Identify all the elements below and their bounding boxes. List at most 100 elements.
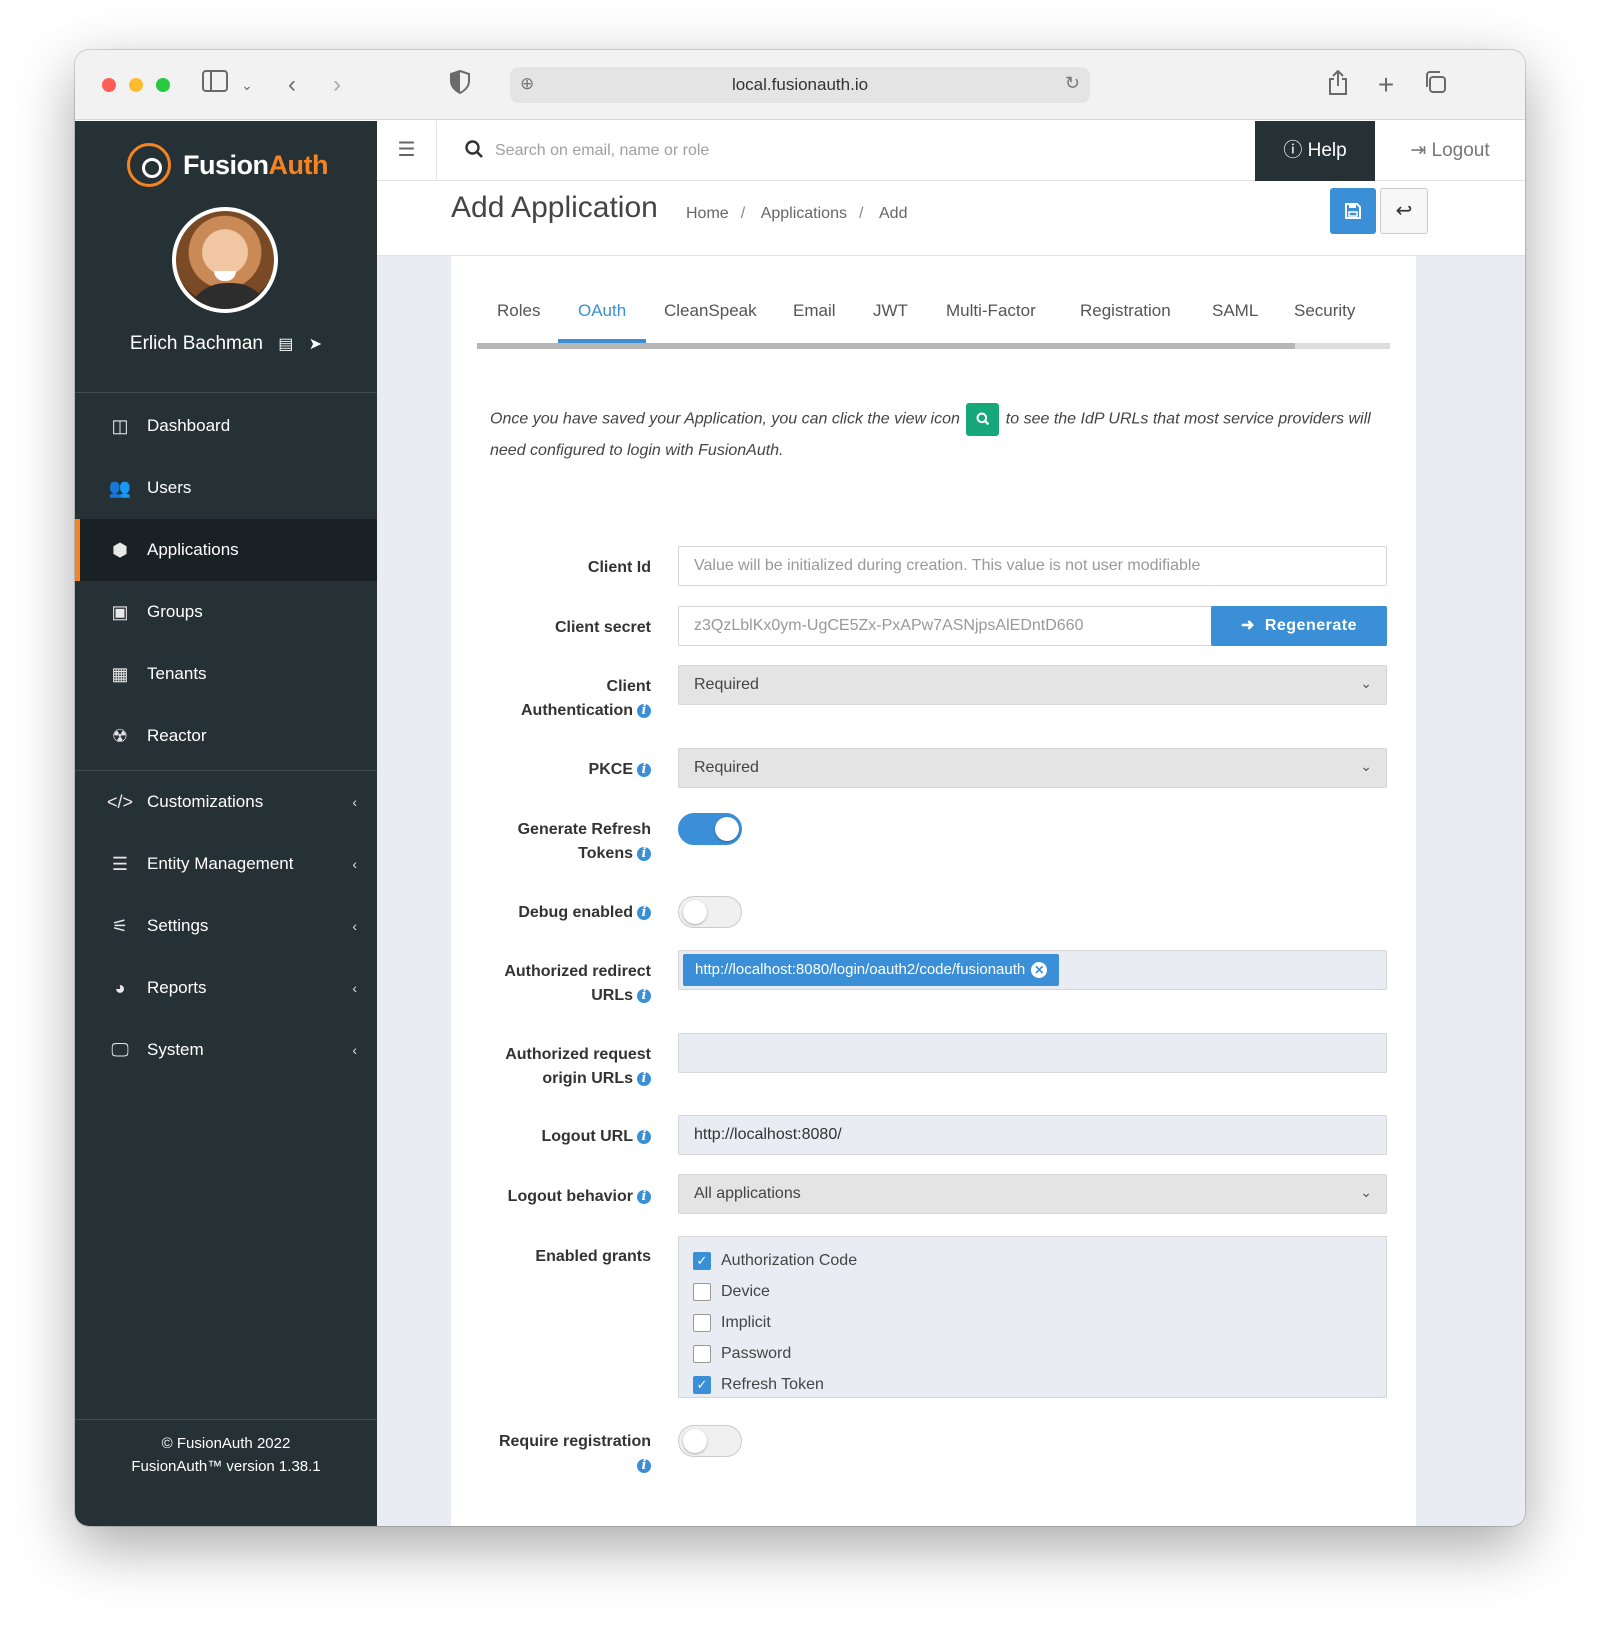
top-bar: ☰ ⓘ Help ⇥ Logout [377,121,1525,181]
authorized-redirect-urls-field[interactable]: http://localhost:8080/login/oauth2/code/… [678,950,1387,990]
regenerate-button[interactable]: ➜ Regenerate [1211,606,1387,646]
checkbox-checked[interactable]: ✓ [693,1375,711,1394]
info-icon[interactable]: i [637,1130,651,1144]
save-button[interactable] [1330,188,1376,234]
authorized-origin-urls-field[interactable] [678,1033,1387,1073]
logout-behavior-label: Logout behavior i [508,1185,651,1209]
close-window-button[interactable] [102,78,116,92]
code-icon: </> [106,791,134,812]
info-icon[interactable]: i [637,763,651,777]
grant-refresh-token[interactable]: ✓ Refresh Token [693,1369,1372,1400]
tabs-overview-icon[interactable] [1421,70,1449,100]
sidebar-footer: © FusionAuth 2022 FusionAuth™ version 1.… [75,1419,377,1478]
search-input[interactable] [495,133,1195,169]
info-icon[interactable]: i [637,847,651,861]
tab-roles[interactable]: Roles [497,299,540,343]
minimize-window-button[interactable] [129,78,143,92]
info-icon[interactable]: i [637,1190,651,1204]
chevron-down-icon[interactable]: ⌄ [237,70,257,100]
user-name[interactable]: Erlich Bachman [130,333,263,354]
zoom-window-button[interactable] [156,78,170,92]
sidebar-item-applications[interactable]: ⬢ Applications [75,519,377,581]
authorized-redirect-urls-label: Authorized redirect URLs i [504,963,651,1004]
info-icon[interactable]: i [637,1459,651,1473]
sidebar-item-reports[interactable]: ◕ Reports ‹ [75,957,377,1019]
debug-enabled-toggle[interactable] [678,896,742,928]
address-bar[interactable]: ⊕ local.fusionauth.io ↻ [510,67,1090,103]
reload-icon[interactable]: ↻ [1065,73,1080,94]
info-icon[interactable]: i [637,906,651,920]
sidebar-item-users[interactable]: 👥 Users [75,457,377,519]
location-arrow-icon[interactable]: ➤ [309,334,322,354]
copyright-text: © FusionAuth 2022 [161,1435,291,1452]
generate-refresh-tokens-label: Generate Refresh Tokens i [517,821,651,862]
client-authentication-select[interactable]: Required ⌄ [678,665,1387,705]
checkbox[interactable] [693,1313,711,1332]
chevron-left-icon: ‹ [352,856,357,872]
share-icon[interactable] [1325,69,1351,100]
logout-behavior-select[interactable]: All applications ⌄ [678,1174,1387,1214]
grant-implicit[interactable]: Implicit [693,1307,1372,1338]
sidebar-item-entity-management[interactable]: ☰ Entity Management ‹ [75,833,377,895]
enabled-grants-label: Enabled grants [535,1248,651,1265]
tab-jwt[interactable]: JWT [873,299,908,343]
tab-email[interactable]: Email [793,299,836,343]
pkce-select[interactable]: Required ⌄ [678,748,1387,788]
sidebar-toggle-icon[interactable] [200,70,230,100]
tab-registration[interactable]: Registration [1080,299,1171,343]
client-secret-field[interactable]: z3QzLblKx0ym-UgCE5Zx-PxAPw7ASNjpsAlEDntD… [678,606,1213,646]
sidebar-divider [75,392,377,393]
avatar[interactable] [172,207,278,313]
grant-authorization-code[interactable]: ✓ Authorization Code [693,1245,1372,1276]
breadcrumb: Home / Applications / Add [686,205,908,222]
sidebar-item-tenants[interactable]: ▦ Tenants [75,643,377,705]
forward-icon[interactable]: › [325,70,349,100]
sidebar-item-dashboard[interactable]: ◫ Dashboard [75,395,377,457]
menu-collapse-icon[interactable]: ☰ [377,121,437,181]
url-text: local.fusionauth.io [731,75,869,94]
brand-name-auth: Auth [268,149,329,180]
tab-scrollbar[interactable] [477,343,1390,349]
help-button[interactable]: ⓘ Help [1255,121,1375,181]
info-icon[interactable]: i [637,1072,651,1086]
require-registration-toggle[interactable] [678,1425,742,1457]
browser-toolbar: ⌄ ‹ › ⊕ local.fusionauth.io ↻ + [75,50,1525,120]
grant-device[interactable]: Device [693,1276,1372,1307]
sidebar-item-reactor[interactable]: ☢ Reactor [75,705,377,767]
chevron-down-icon: ⌄ [1360,1184,1372,1200]
info-icon[interactable]: i [637,704,651,718]
tab-multi-factor[interactable]: Multi-Factor [946,299,1036,343]
logout-url-field[interactable]: http://localhost:8080/ [678,1115,1387,1155]
undo-button[interactable]: ↩ [1380,188,1428,234]
generate-refresh-tokens-toggle[interactable] [678,813,742,845]
new-tab-icon[interactable]: + [1373,70,1399,100]
grant-password[interactable]: Password [693,1338,1372,1369]
sidebar-item-customizations[interactable]: </> Customizations ‹ [75,771,377,833]
back-icon[interactable]: ‹ [280,70,304,100]
chevron-left-icon: ‹ [352,918,357,934]
fusionauth-logo[interactable]: FusionAuth [127,143,328,187]
tab-cleanspeak[interactable]: CleanSpeak [664,299,757,343]
remove-chip-icon[interactable]: ✕ [1031,962,1048,978]
sidebar-item-settings[interactable]: ⚟ Settings ‹ [75,895,377,957]
shield-icon[interactable] [447,69,473,100]
server-icon: ☰ [111,853,129,874]
breadcrumb-home[interactable]: Home [686,205,729,222]
sidebar-item-system[interactable]: 🖵 System ‹ [75,1019,377,1081]
form-panel: Roles OAuth CleanSpeak Email JWT Multi-F… [451,255,1416,1526]
chevron-down-icon: ⌄ [1360,675,1372,691]
logout-button[interactable]: ⇥ Logout [1375,121,1525,181]
id-card-icon[interactable]: ▤ [278,334,293,354]
client-secret-label: Client secret [554,619,651,636]
checkbox[interactable] [693,1344,711,1363]
breadcrumb-applications[interactable]: Applications [761,205,847,222]
tab-saml[interactable]: SAML [1212,299,1258,343]
info-icon[interactable]: i [637,989,651,1003]
tab-security[interactable]: Security [1294,299,1355,343]
dashboard-icon: ◫ [111,415,129,436]
checkbox-checked[interactable]: ✓ [693,1251,711,1270]
client-id-field[interactable]: Value will be initialized during creatio… [678,546,1387,586]
sidebar-item-groups[interactable]: ▣ Groups [75,581,377,643]
tab-oauth[interactable]: OAuth [558,299,647,343]
checkbox[interactable] [693,1282,711,1301]
